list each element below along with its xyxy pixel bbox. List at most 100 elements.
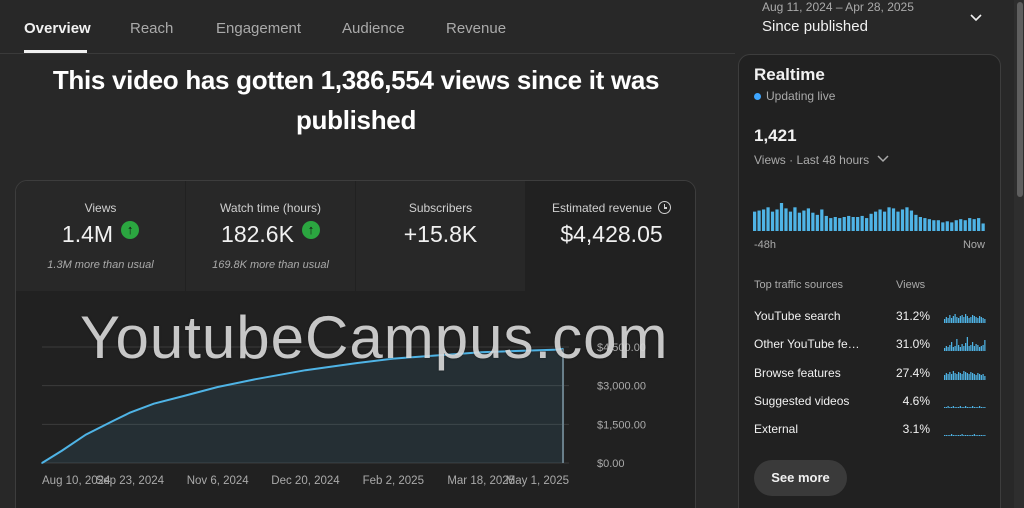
tab-overview[interactable]: Overview [24, 20, 91, 37]
sparkline-bar [972, 435, 974, 436]
sparkline-bar [958, 372, 960, 380]
realtime-bar [806, 208, 810, 231]
sparkline-bar [954, 407, 956, 408]
metric-views[interactable]: Views 1.4M 1.3M more than usual [16, 181, 185, 291]
sparkline-bar [966, 316, 968, 323]
data-point [85, 433, 87, 436]
sparkline-bar [959, 316, 961, 323]
sparkline-bar [984, 376, 986, 380]
sparkline-bar [972, 373, 974, 380]
metric-value: +15.8K [403, 221, 478, 247]
date-range-label: Since published [762, 18, 868, 35]
sparkline-bar [959, 347, 961, 351]
date-range-selector[interactable]: Aug 11, 2024 – Apr 28, 2025 Since publis… [760, 0, 1000, 48]
sparkline-bar [961, 434, 963, 436]
traffic-source-row[interactable]: External 3.1% [754, 420, 989, 440]
sparkline-bar [984, 319, 986, 323]
traffic-source-row[interactable]: Suggested videos 4.6% [754, 392, 989, 412]
realtime-bar [941, 222, 945, 231]
tab-audience[interactable]: Audience [342, 20, 405, 37]
sparkline-bar [977, 373, 979, 380]
sparkline-bar [945, 373, 947, 380]
metric-value: 1.4M [61, 221, 114, 247]
sparkline-bar [963, 371, 965, 380]
realtime-bar [869, 213, 873, 231]
realtime-bar [914, 214, 918, 231]
realtime-bar [860, 215, 864, 231]
traffic-source-name: External [754, 422, 799, 436]
realtime-bar [775, 209, 779, 231]
realtime-bar [968, 218, 972, 231]
sparkline-bar [958, 318, 960, 323]
tab-revenue[interactable]: Revenue [446, 20, 506, 37]
sparkline-bar [954, 314, 956, 323]
sparkline-bar [980, 317, 982, 323]
sparkline-bar [968, 318, 970, 323]
realtime-bar [927, 219, 931, 231]
tab-engagement[interactable]: Engagement [216, 20, 301, 37]
watermark-text: YoutubeCampus.com [80, 304, 669, 371]
sparkline-bar [954, 435, 956, 436]
sparkline-bar [973, 346, 975, 351]
realtime-bar [784, 208, 788, 231]
sparkline-bar [961, 315, 963, 323]
realtime-bar [833, 217, 837, 231]
sparkline-bar [952, 316, 954, 323]
sparkline-bar [975, 407, 977, 408]
traffic-sparkline [944, 371, 986, 380]
metric-value-wrap: 1.4M [16, 221, 185, 248]
tab-reach[interactable]: Reach [130, 20, 173, 37]
see-more-button[interactable]: See more [754, 460, 847, 496]
metric-watch-time[interactable]: Watch time (hours) 182.6K 169.8K more th… [186, 181, 355, 291]
traffic-source-pct: 27.4% [895, 366, 930, 380]
sparkline-bar [970, 345, 972, 351]
sparkline-bar [951, 318, 953, 323]
traffic-source-row[interactable]: YouTube search 31.2% [754, 307, 989, 327]
traffic-source-row[interactable]: Other YouTube fe… 31.0% [754, 335, 989, 355]
sparkline-bar [980, 407, 982, 408]
realtime-bar [896, 211, 900, 231]
chevron-down-icon [970, 14, 982, 22]
sparkline-bar [952, 347, 954, 351]
realtime-bar [797, 212, 802, 231]
realtime-period-selector[interactable]: Views · Last 48 hours [754, 153, 890, 167]
trend-up-icon [121, 221, 140, 239]
realtime-bar [959, 219, 963, 231]
scrollbar-thumb[interactable] [1017, 2, 1023, 197]
sparkline-bar [968, 374, 970, 380]
data-point [41, 462, 43, 464]
sparkline-bar [966, 407, 968, 408]
metric-estimated-revenue[interactable]: Estimated revenue $4,428.05 [526, 181, 695, 291]
metric-title: Estimated revenue [551, 201, 653, 215]
realtime-bar [824, 215, 828, 231]
realtime-bar [820, 209, 824, 231]
traffic-source-pct: 3.1% [902, 422, 930, 436]
metric-value: 182.6K [221, 221, 294, 247]
data-point [254, 378, 257, 380]
sparkline-bar [945, 435, 947, 436]
realtime-bar [815, 214, 819, 231]
x-tick-label: Nov 6, 2024 [187, 475, 250, 487]
realtime-bar [905, 207, 909, 231]
live-dot-icon [754, 93, 761, 100]
realtime-bar [865, 218, 869, 231]
page-scrollbar[interactable] [1014, 0, 1024, 508]
traffic-sources-header: Top traffic sources [754, 279, 844, 291]
sparkline-bar [959, 373, 961, 380]
traffic-source-row[interactable]: Browse features 27.4% [754, 364, 989, 384]
sparkline-bar [975, 317, 977, 323]
realtime-bar [923, 218, 927, 231]
x-tick-label: May 1, 2025 [506, 475, 569, 487]
realtime-bar [793, 207, 797, 231]
sparkline-bar [972, 342, 974, 351]
sparkline-bar [949, 435, 951, 436]
metric-subscribers[interactable]: Subscribers +15.8K [356, 181, 525, 291]
metric-value-wrap: 182.6K [186, 221, 355, 248]
sparkline-bar [980, 346, 982, 351]
traffic-source-name: Browse features [754, 366, 841, 380]
metric-title: Views [84, 201, 117, 215]
realtime-bar [770, 211, 775, 231]
sparkline-bar [949, 315, 951, 323]
sparkline-bar [949, 345, 951, 351]
sparkline-bar [975, 344, 977, 351]
